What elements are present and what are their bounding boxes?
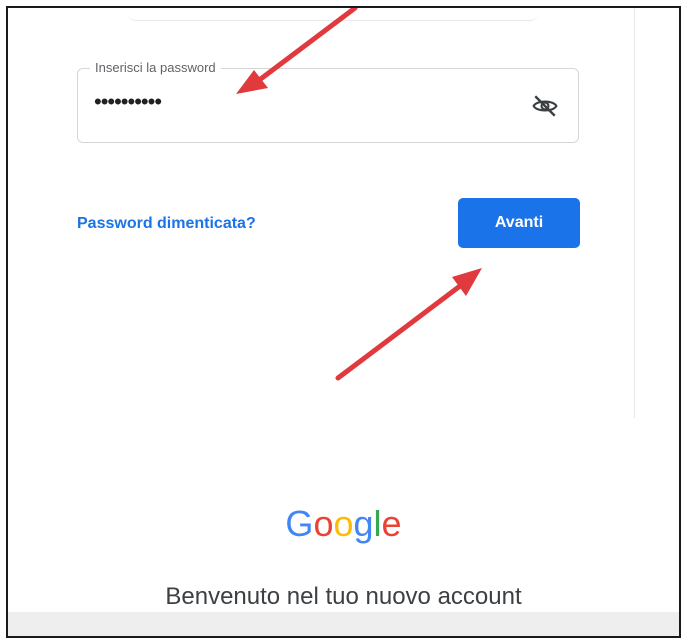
card-divider — [634, 8, 635, 418]
welcome-message: Benvenuto nel tuo nuovo account — [165, 583, 522, 610]
forgot-password-link[interactable]: Password dimenticata? — [77, 215, 256, 233]
screenshot-frame: Inserisci la password •••••••••• Passwor… — [6, 6, 681, 638]
logo-letter: g — [353, 503, 374, 544]
logo-letter: l — [373, 503, 382, 544]
password-field[interactable]: Inserisci la password •••••••••• — [77, 60, 579, 143]
logo-letter: o — [333, 503, 354, 544]
password-field-label: Inserisci la password — [90, 60, 221, 75]
google-logo: Google — [8, 503, 679, 545]
logo-letter: G — [285, 503, 314, 544]
previous-field-edge — [128, 8, 538, 21]
logo-letter: e — [381, 503, 402, 544]
eye-off-icon[interactable] — [532, 93, 558, 119]
next-button[interactable]: Avanti — [458, 198, 580, 248]
logo-letter: o — [313, 503, 334, 544]
password-masked-value: •••••••••• — [94, 89, 162, 114]
footer-strip — [8, 612, 679, 636]
